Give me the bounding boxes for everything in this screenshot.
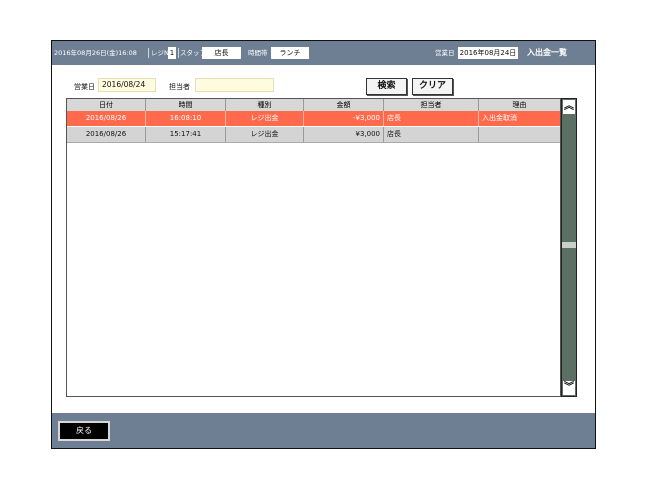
- cell-reason: [479, 127, 560, 142]
- top-bar: 2016年08月26日(金)16:08 レジNo 1 スタッフ 店長 時間帯 ラ…: [52, 41, 595, 65]
- transactions-table: 日付 時間 種別 金額 担当者 理由 2016/08/26 16:08:10 レ…: [66, 98, 561, 397]
- header-person[interactable]: 担当者: [384, 99, 479, 111]
- search-date-label: 営業日: [74, 83, 95, 91]
- search-person-label: 担当者: [169, 83, 190, 91]
- bizdate-label: 営業日: [435, 49, 455, 57]
- datetime-label: 2016年08月26日(金)16:08: [54, 49, 137, 57]
- cell-person: 店長: [384, 127, 479, 142]
- search-button[interactable]: 検索: [366, 78, 407, 95]
- period-value: ランチ: [271, 47, 309, 59]
- table-row[interactable]: 2016/08/26 16:08:10 レジ出金 -¥3,000 店長 入出金取…: [67, 111, 560, 127]
- cell-date: 2016/08/26: [67, 127, 146, 142]
- window: 2016年08月26日(金)16:08 レジNo 1 スタッフ 店長 時間帯 ラ…: [51, 40, 596, 449]
- header-type[interactable]: 種別: [226, 99, 304, 111]
- header-date[interactable]: 日付: [67, 99, 146, 111]
- cell-type: レジ出金: [226, 111, 304, 126]
- table-scrollbar[interactable]: ︽ ︾: [561, 98, 577, 397]
- bottom-bar: 戻る: [52, 413, 595, 448]
- cell-reason: 入出金取消: [482, 114, 517, 122]
- cell-person: 店長: [384, 111, 479, 126]
- search-person-input[interactable]: [195, 78, 274, 92]
- header-amount[interactable]: 金額: [304, 99, 384, 111]
- staff-value: 店長: [202, 47, 241, 59]
- header-time[interactable]: 時間: [146, 99, 226, 111]
- cell-time: 15:17:41: [146, 127, 226, 142]
- double-chevron-up-icon[interactable]: ︽: [563, 100, 575, 114]
- search-date-input[interactable]: 2016/08/24: [98, 78, 156, 92]
- cell-time: 16:08:10: [146, 111, 226, 126]
- cell-type: レジ出金: [226, 127, 304, 142]
- double-chevron-down-icon[interactable]: ︾: [563, 381, 575, 395]
- scroll-divider: [562, 242, 576, 248]
- reg-number: 1: [168, 47, 176, 59]
- back-button[interactable]: 戻る: [58, 421, 110, 441]
- divider: [148, 48, 149, 58]
- clear-button[interactable]: クリア: [412, 78, 453, 95]
- table-row[interactable]: 2016/08/26 15:17:41 レジ出金 ¥3,000 店長: [67, 127, 560, 143]
- cell-amount: ¥3,000: [304, 127, 384, 142]
- period-label: 時間帯: [248, 49, 268, 57]
- bizdate-value: 2016年08月24日: [458, 47, 518, 59]
- divider: [178, 48, 179, 58]
- cell-date: 2016/08/26: [67, 111, 146, 126]
- page-title: 入出金一覧: [527, 48, 567, 57]
- cell-amount: -¥3,000: [304, 111, 384, 126]
- header-reason[interactable]: 理由: [479, 99, 560, 111]
